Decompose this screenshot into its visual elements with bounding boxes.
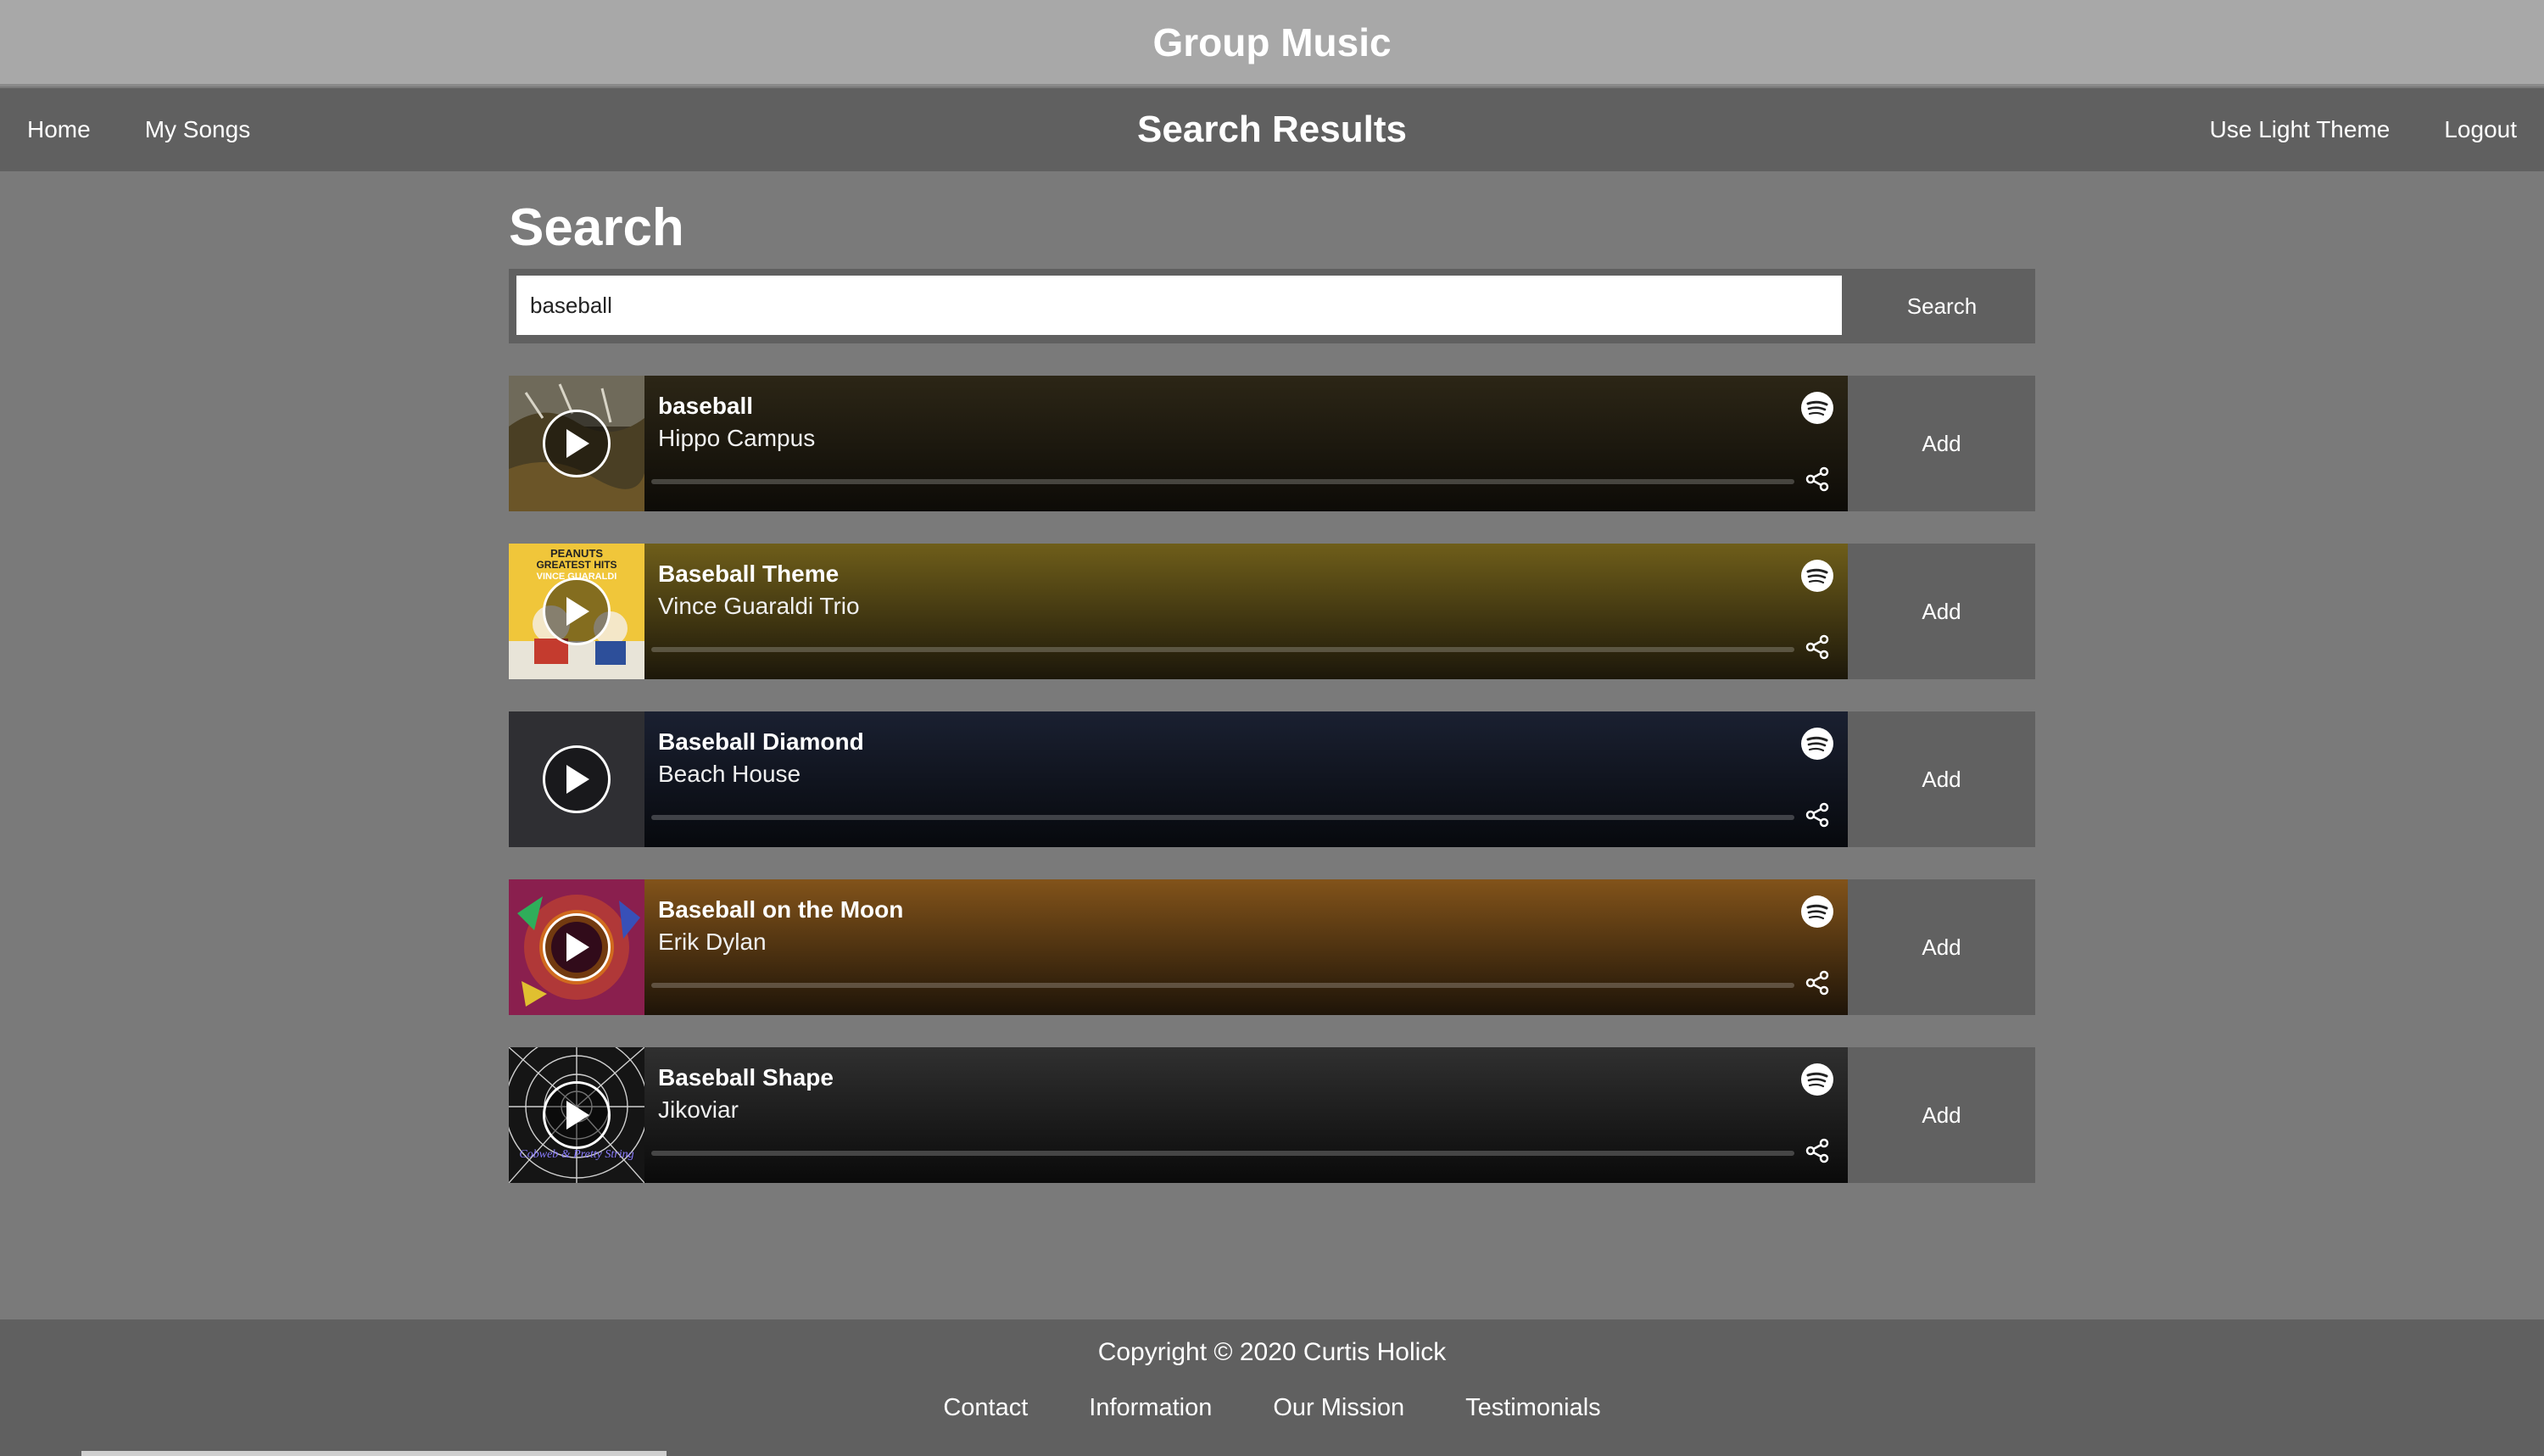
- result-item: Baseball Diamond Beach House Add: [509, 711, 2035, 847]
- add-button[interactable]: Add: [1848, 544, 2035, 679]
- spotify-player: Baseball Diamond Beach House: [509, 711, 1848, 847]
- play-button[interactable]: [543, 577, 611, 645]
- nav-home-link[interactable]: Home: [27, 116, 91, 143]
- play-icon: [566, 1101, 589, 1130]
- add-button[interactable]: Add: [1848, 711, 2035, 847]
- play-icon: [566, 429, 589, 458]
- album-art-text: GREATEST HITS: [536, 559, 616, 571]
- add-button[interactable]: Add: [1848, 1047, 2035, 1183]
- footer-link-contact[interactable]: Contact: [943, 1394, 1028, 1422]
- add-button[interactable]: Add: [1848, 879, 2035, 1015]
- track-title: Baseball Shape: [658, 1064, 834, 1091]
- footer: Copyright © 2020 Curtis Holick Contact I…: [0, 1319, 2544, 1456]
- footer-link-testimonials[interactable]: Testimonials: [1465, 1394, 1601, 1422]
- nav-left: Home My Songs: [27, 88, 250, 171]
- result-item: Cobweb & Pretty String Baseball Shape Ji…: [509, 1047, 2035, 1183]
- spotify-player: baseball Hippo Campus: [509, 376, 1848, 511]
- horizontal-scrollbar[interactable]: [81, 1451, 667, 1456]
- track-title: Baseball Diamond: [658, 728, 864, 755]
- share-icon[interactable]: [1804, 633, 1831, 661]
- light-theme-toggle[interactable]: Use Light Theme: [2210, 116, 2391, 143]
- play-button[interactable]: [543, 410, 611, 477]
- spotify-player: Baseball on the Moon Erik Dylan: [509, 879, 1848, 1015]
- search-bar: Search: [509, 269, 2035, 343]
- play-icon: [566, 765, 589, 794]
- result-item: PEANUTS GREATEST HITS VINCE GUARALDI Bas…: [509, 544, 2035, 679]
- track-artist: Erik Dylan: [658, 929, 767, 955]
- navbar: Home My Songs Use Light Theme Logout: [0, 88, 2544, 171]
- play-icon: [566, 933, 589, 962]
- track-artist: Vince Guaraldi Trio: [658, 593, 860, 619]
- progress-bar[interactable]: [651, 815, 1794, 820]
- share-icon[interactable]: [1804, 801, 1831, 828]
- footer-link-information[interactable]: Information: [1089, 1394, 1212, 1422]
- play-button[interactable]: [543, 745, 611, 813]
- track-artist: Beach House: [658, 761, 801, 787]
- track-title: Baseball on the Moon: [658, 896, 904, 923]
- track-title: baseball: [658, 393, 754, 419]
- album-art-text: Cobweb & Pretty String: [519, 1148, 633, 1161]
- play-button[interactable]: [543, 913, 611, 981]
- nav-right: Use Light Theme Logout: [2210, 88, 2517, 171]
- spotify-player: PEANUTS GREATEST HITS VINCE GUARALDI Bas…: [509, 544, 1848, 679]
- play-icon: [566, 597, 589, 626]
- search-button[interactable]: Search: [1849, 269, 2035, 343]
- share-icon[interactable]: [1804, 969, 1831, 996]
- progress-bar[interactable]: [651, 1151, 1794, 1156]
- add-button[interactable]: Add: [1848, 376, 2035, 511]
- track-title: Baseball Theme: [658, 561, 840, 587]
- spotify-icon[interactable]: [1800, 895, 1834, 929]
- result-item: Baseball on the Moon Erik Dylan Add: [509, 879, 2035, 1015]
- site-header: Group Music: [0, 0, 2544, 86]
- album-art-text: PEANUTS: [550, 547, 603, 560]
- site-title: Group Music: [1152, 20, 1392, 64]
- progress-bar[interactable]: [651, 479, 1794, 484]
- search-heading: Search: [509, 198, 684, 257]
- play-button[interactable]: [543, 1081, 611, 1149]
- nav-my-songs-link[interactable]: My Songs: [145, 116, 251, 143]
- track-artist: Jikoviar: [658, 1096, 739, 1123]
- track-artist: Hippo Campus: [658, 425, 816, 451]
- footer-links: Contact Information Our Mission Testimon…: [0, 1394, 2544, 1422]
- progress-bar[interactable]: [651, 983, 1794, 988]
- logout-link[interactable]: Logout: [2444, 116, 2517, 143]
- progress-bar[interactable]: [651, 647, 1794, 652]
- search-input[interactable]: [516, 276, 1842, 335]
- footer-link-our-mission[interactable]: Our Mission: [1273, 1394, 1404, 1422]
- spotify-icon[interactable]: [1800, 1063, 1834, 1096]
- spotify-icon[interactable]: [1800, 727, 1834, 761]
- share-icon[interactable]: [1804, 1137, 1831, 1164]
- copyright-text: Copyright © 2020 Curtis Holick: [1097, 1338, 1447, 1366]
- results-list: baseball Hippo Campus Add PEANUTS GREATE…: [509, 376, 2035, 1215]
- spotify-icon[interactable]: [1800, 559, 1834, 593]
- result-item: baseball Hippo Campus Add: [509, 376, 2035, 511]
- spotify-icon[interactable]: [1800, 391, 1834, 425]
- share-icon[interactable]: [1804, 466, 1831, 493]
- spotify-player: Cobweb & Pretty String Baseball Shape Ji…: [509, 1047, 1848, 1183]
